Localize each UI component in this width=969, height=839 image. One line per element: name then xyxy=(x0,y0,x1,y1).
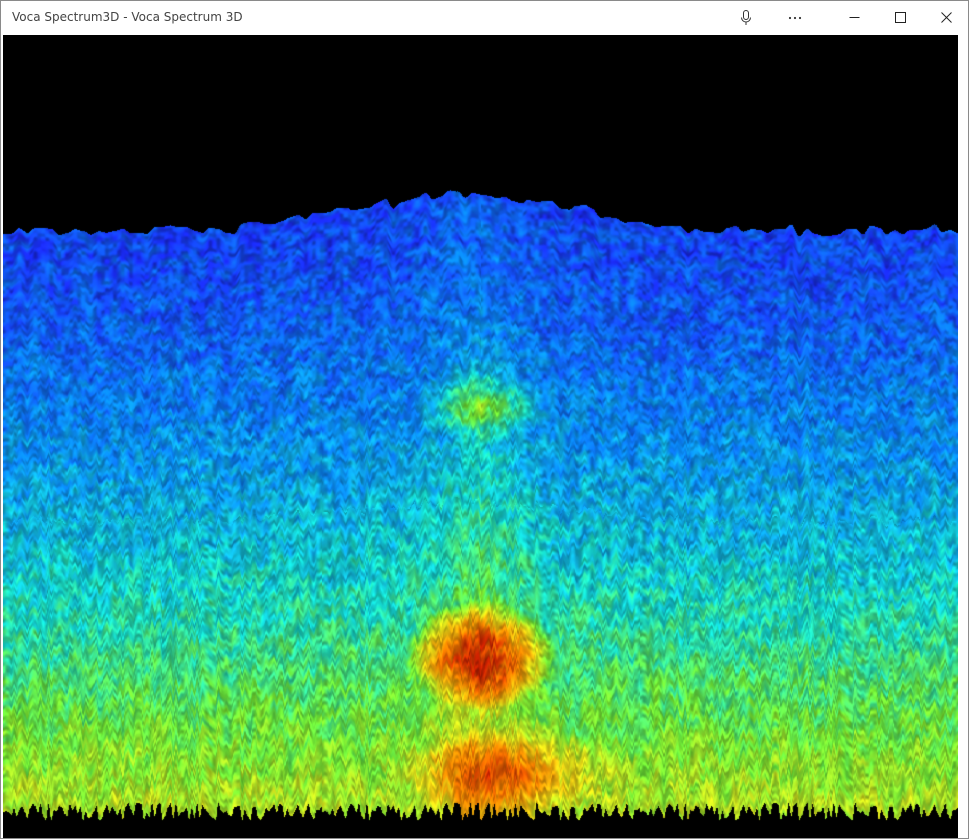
microphone-icon xyxy=(740,9,752,26)
title-bar[interactable]: Voca Spectrum3D - Voca Spectrum 3D xyxy=(1,1,968,34)
close-button[interactable] xyxy=(923,1,968,34)
right-edge xyxy=(958,35,968,838)
spectrum-surface[interactable] xyxy=(3,35,958,838)
microphone-button[interactable] xyxy=(729,1,763,34)
window-title: Voca Spectrum3D - Voca Spectrum 3D xyxy=(12,10,243,24)
more-options-button[interactable] xyxy=(777,1,813,34)
minimize-icon xyxy=(849,12,860,23)
close-icon xyxy=(940,12,952,23)
app-window: Voca Spectrum3D - Voca Spectrum 3D xyxy=(0,0,969,839)
maximize-button[interactable] xyxy=(877,1,923,34)
spectrum-3d-view[interactable] xyxy=(3,35,958,838)
minimize-button[interactable] xyxy=(831,1,877,34)
maximize-icon xyxy=(894,12,906,23)
more-options-icon xyxy=(788,16,802,20)
